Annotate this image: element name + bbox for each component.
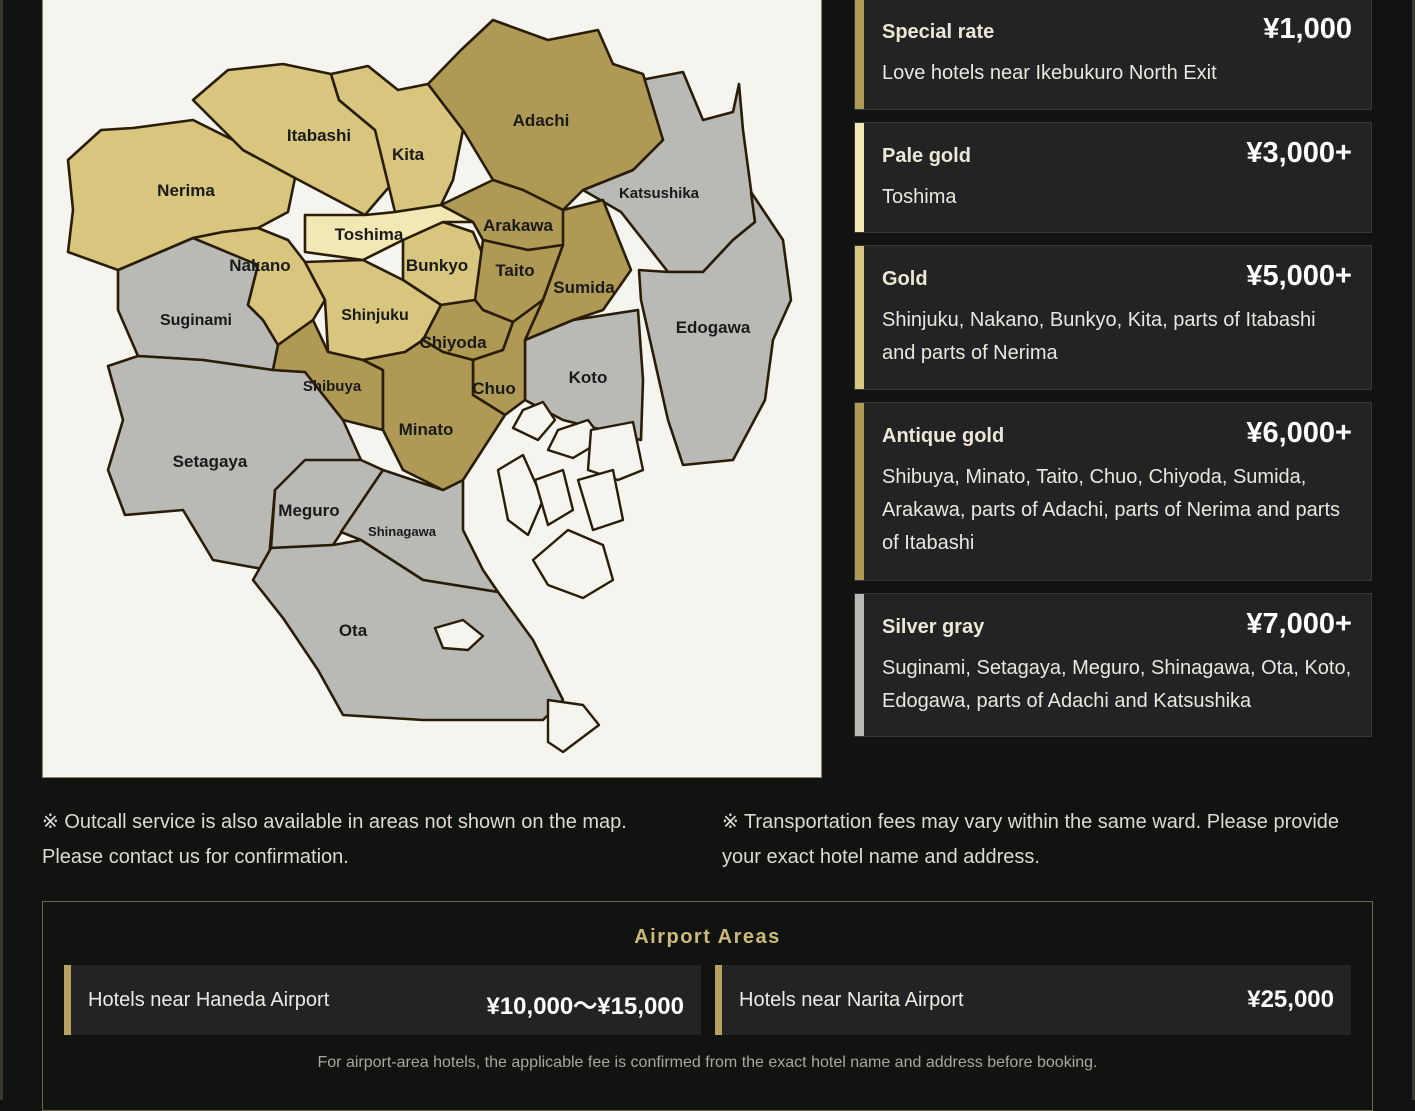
- rate-areas: Suginami, Setagaya, Meguro, Shinagawa, O…: [882, 657, 1352, 712]
- label-minato: Minato: [399, 420, 454, 439]
- rate-name: Pale gold: [882, 145, 971, 167]
- airport-name: Hotels near Narita Airport: [739, 989, 964, 1011]
- airport-areas-section: Airport Areas Hotels near Haneda Airport…: [42, 901, 1373, 1111]
- label-adachi: Adachi: [513, 111, 570, 130]
- note-transport-fees: ※ Transportation fees may vary within th…: [722, 811, 1340, 868]
- label-suginami: Suginami: [160, 312, 232, 329]
- rate-price: ¥5,000+: [1246, 260, 1352, 292]
- rate-color-bar: [855, 123, 864, 232]
- label-chiyoda: Chiyoda: [419, 333, 487, 352]
- rate-name: Gold: [882, 268, 928, 290]
- rate-price: ¥1,000: [1263, 13, 1352, 45]
- rate-price: ¥3,000+: [1246, 137, 1352, 169]
- label-nakano: Nakano: [229, 256, 290, 275]
- label-nerima: Nerima: [157, 181, 215, 200]
- label-koto: Koto: [569, 368, 608, 387]
- label-setagaya: Setagaya: [173, 452, 248, 471]
- airport-price: ¥10,000〜¥15,000: [486, 993, 684, 1020]
- rate-areas: Love hotels near Ikebukuro North Exit: [882, 62, 1217, 84]
- label-katsushika: Katsushika: [619, 185, 700, 202]
- airport-name: Hotels near Haneda Airport: [88, 989, 330, 1011]
- rate-color-bar: [855, 246, 864, 389]
- rate-areas: Shinjuku, Nakano, Bunkyo, Kita, parts of…: [882, 309, 1316, 364]
- rate-card-gold: Gold ¥5,000+ Shinjuku, Nakano, Bunkyo, K…: [854, 245, 1372, 390]
- rate-card-antique-gold: Antique gold ¥6,000+ Shibuya, Minato, Ta…: [854, 402, 1372, 581]
- label-taito: Taito: [495, 261, 534, 280]
- rate-color-bar: [855, 403, 864, 580]
- rate-color-bar: [855, 594, 864, 736]
- airport-title: Airport Areas: [634, 926, 781, 948]
- label-meguro: Meguro: [278, 501, 339, 520]
- label-kita: Kita: [392, 145, 425, 164]
- label-ota: Ota: [339, 621, 368, 640]
- airport-footnote: For airport-area hotels, the applicable …: [317, 1054, 1098, 1071]
- label-shinjuku: Shinjuku: [341, 307, 409, 324]
- tokyo-ward-map: Adachi Kita Itabashi Nerima Katsushika A…: [42, 0, 822, 778]
- ward-map-svg: Adachi Kita Itabashi Nerima Katsushika A…: [66, 18, 793, 754]
- label-chuo: Chuo: [472, 379, 515, 398]
- rate-price: ¥6,000+: [1246, 417, 1352, 449]
- rate-name: Special rate: [882, 21, 995, 43]
- label-edogawa: Edogawa: [676, 318, 751, 337]
- label-toshima: Toshima: [335, 225, 404, 244]
- rate-areas: Shibuya, Minato, Taito, Chuo, Chiyoda, S…: [882, 466, 1340, 554]
- rate-areas: Toshima: [882, 186, 957, 208]
- rate-card-pale-gold: Pale gold ¥3,000+ Toshima: [854, 122, 1372, 233]
- rate-card-special: Special rate ¥1,000 Love hotels near Ike…: [854, 0, 1372, 110]
- label-shinagawa: Shinagawa: [368, 524, 437, 539]
- label-itabashi: Itabashi: [287, 126, 351, 145]
- label-sumida: Sumida: [553, 278, 615, 297]
- airport-card-haneda: Hotels near Haneda Airport ¥10,000〜¥15,0…: [64, 965, 701, 1035]
- airport-card-narita: Hotels near Narita Airport ¥25,000: [715, 965, 1351, 1035]
- rate-color-bar: [855, 0, 864, 109]
- label-arakawa: Arakawa: [483, 216, 553, 235]
- rate-card-silver-gray: Silver gray ¥7,000+ Suginami, Setagaya, …: [854, 593, 1372, 737]
- label-shibuya: Shibuya: [303, 378, 362, 395]
- airport-price: ¥25,000: [1247, 986, 1334, 1013]
- rate-price: ¥7,000+: [1246, 608, 1352, 640]
- label-bunkyo: Bunkyo: [406, 256, 468, 275]
- note-outcall: ※ Outcall service is also available in a…: [42, 811, 627, 868]
- rate-name: Antique gold: [882, 425, 1005, 447]
- rate-name: Silver gray: [882, 616, 985, 638]
- page-edge-left: [0, 0, 3, 1100]
